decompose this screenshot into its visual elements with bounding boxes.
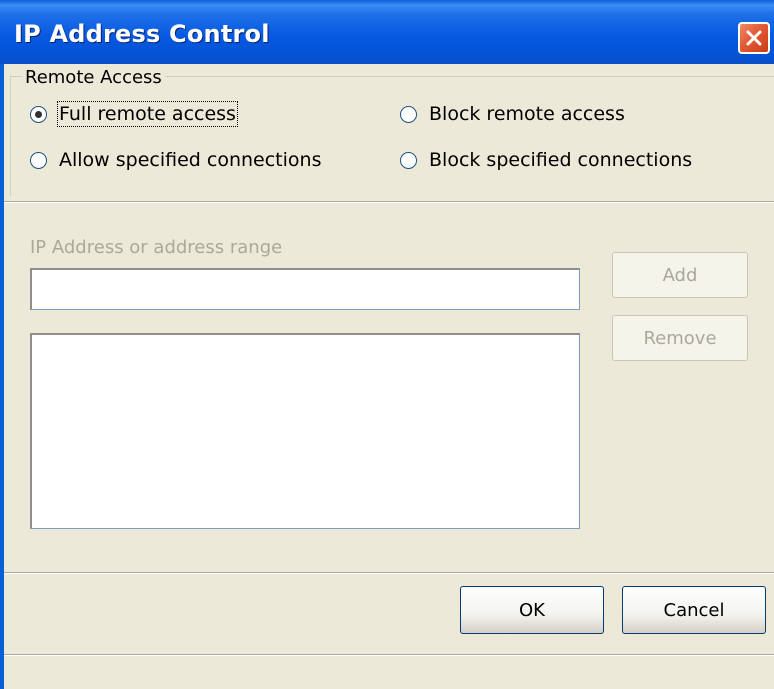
remove-button[interactable]: Remove xyxy=(612,315,748,361)
close-icon xyxy=(746,30,762,46)
window-left-border xyxy=(0,64,4,689)
radio-button[interactable] xyxy=(400,105,417,123)
radio-block-specified-connections[interactable]: Block specified connections xyxy=(400,149,692,171)
ip-address-control-dialog: IP Address Control Remote Access Full re… xyxy=(0,0,774,689)
radio-label: Block specified connections xyxy=(429,149,693,171)
footer-divider-bottom xyxy=(4,654,774,656)
ip-address-list[interactable] xyxy=(30,333,580,529)
radio-button[interactable] xyxy=(400,151,417,169)
ok-button[interactable]: OK xyxy=(460,586,604,634)
remote-access-group xyxy=(10,76,774,196)
window-title: IP Address Control xyxy=(14,20,270,48)
remote-access-group-label: Remote Access xyxy=(22,67,165,88)
radio-full-remote-access[interactable]: Full remote access xyxy=(30,101,238,127)
ip-address-input[interactable] xyxy=(30,268,580,310)
radio-button-selected[interactable] xyxy=(30,105,47,123)
add-button[interactable]: Add xyxy=(612,252,748,298)
radio-button[interactable] xyxy=(30,151,47,169)
close-button[interactable] xyxy=(738,22,770,54)
radio-dot xyxy=(35,110,42,118)
radio-allow-specified-connections[interactable]: Allow specified connections xyxy=(30,149,321,171)
ip-address-label: IP Address or address range xyxy=(30,237,283,258)
radio-label: Block remote access xyxy=(429,103,625,125)
cancel-button[interactable]: Cancel xyxy=(622,586,766,634)
footer-divider-top xyxy=(4,572,774,574)
section-divider xyxy=(4,201,774,203)
radio-label: Allow specified connections xyxy=(59,149,322,171)
radio-label: Full remote access xyxy=(57,101,238,127)
title-bar[interactable]: IP Address Control xyxy=(0,0,774,64)
radio-block-remote-access[interactable]: Block remote access xyxy=(400,103,625,125)
